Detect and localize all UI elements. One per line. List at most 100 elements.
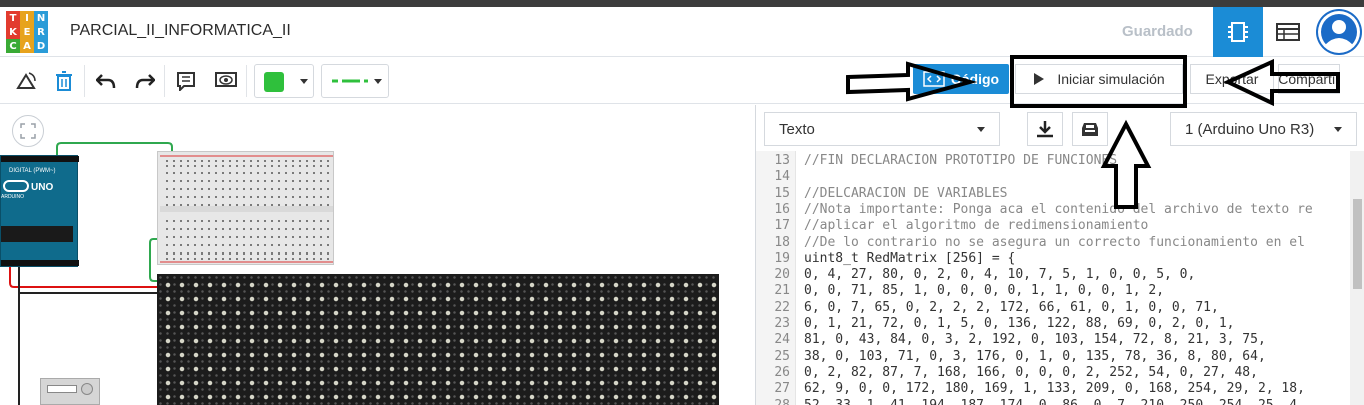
user-icon [1318, 11, 1360, 53]
tinkercad-logo[interactable]: T I N K E R C A D [6, 11, 48, 53]
share-button[interactable]: Compartir [1278, 64, 1340, 94]
line-number: 17 [774, 218, 790, 234]
color-swatch [264, 72, 284, 92]
download-icon [1037, 121, 1053, 138]
play-icon [1034, 73, 1045, 85]
code-line: 0, 0, 71, 85, 1, 0, 0, 0, 0, 1, 1, 0, 0,… [804, 283, 1165, 299]
eye-icon [215, 72, 237, 87]
breadboard-holes [160, 155, 333, 263]
user-avatar[interactable] [1316, 9, 1362, 55]
line-number: 25 [774, 348, 790, 364]
wire-icon [332, 79, 368, 83]
export-button[interactable]: Exportar [1190, 64, 1274, 94]
notes-button[interactable] [172, 67, 200, 95]
code-line: 81, 0, 43, 84, 0, 3, 2, 192, 0, 103, 154… [804, 332, 1266, 348]
start-simulation-button[interactable]: Iniciar simulación [1015, 64, 1183, 94]
chevron-down-icon [1334, 127, 1342, 132]
code-line: 0, 4, 27, 80, 0, 2, 0, 4, 10, 7, 5, 1, 0… [804, 267, 1196, 283]
toolbar-divider [84, 65, 85, 97]
logo-letter: K [6, 25, 20, 39]
code-editor[interactable]: 13 //FIN DECLARACION PROTOTIPO DE FUNCION… [756, 151, 1364, 405]
code-line: //aplicar el algoritmo de redimensionami… [804, 218, 1149, 234]
line-number: 27 [774, 381, 790, 397]
undo-button[interactable] [92, 67, 120, 95]
app-header: T I N K E R C A D PARCIAL_II_INFORMATICA… [0, 7, 1364, 57]
breadboard[interactable] [157, 151, 334, 265]
toolbar-divider [246, 65, 247, 97]
arduino-board[interactable]: DIGITAL (PWM~) UNO ARDUINO [0, 155, 79, 267]
chip-icon [1228, 22, 1248, 42]
delete-button[interactable] [50, 67, 78, 95]
note-icon [177, 72, 195, 91]
rotate-icon [16, 72, 36, 89]
toolbar-divider [164, 65, 165, 97]
code-editor-panel: Texto 1 (Arduino Uno R3) 13 //FIN DECLARA… [755, 105, 1364, 405]
table-icon [1276, 23, 1300, 41]
notes-visibility-button[interactable] [212, 67, 240, 95]
start-simulation-label: Iniciar simulación [1057, 71, 1165, 87]
logo-letter: T [6, 11, 20, 25]
line-number: 24 [774, 332, 790, 348]
header-pins [1, 156, 79, 162]
project-title[interactable]: PARCIAL_II_INFORMATICA_II [70, 22, 291, 40]
saved-status: Guardado [1122, 23, 1193, 40]
digital-label: DIGITAL (PWM~) [9, 168, 56, 174]
library-button[interactable] [1072, 112, 1108, 146]
undo-icon [96, 74, 116, 89]
rotate-button[interactable] [12, 67, 40, 95]
line-number: 23 [774, 316, 790, 331]
trash-icon [56, 71, 72, 91]
line-number: 28 [774, 397, 790, 405]
code-line: 0, 1, 21, 72, 0, 1, 5, 0, 136, 122, 88, … [804, 316, 1235, 331]
logo-letter: I [20, 11, 34, 25]
code-icon [923, 71, 945, 87]
line-number: 26 [774, 364, 790, 380]
code-line: 62, 9, 0, 0, 172, 180, 169, 1, 133, 209,… [804, 381, 1305, 397]
logo-letter: R [34, 25, 48, 39]
code-line: 38, 0, 103, 71, 0, 3, 176, 0, 1, 0, 135,… [804, 348, 1266, 364]
library-icon [1082, 123, 1098, 136]
device-value: 1 (Arduino Uno R3) [1185, 120, 1315, 138]
device-select[interactable]: 1 (Arduino Uno R3) [1170, 112, 1357, 146]
redo-button[interactable] [131, 67, 159, 95]
code-line: 6, 0, 7, 65, 0, 2, 2, 2, 172, 66, 61, 0,… [804, 299, 1219, 315]
chevron-down-icon [374, 79, 382, 84]
code-mode-value: Texto [779, 120, 815, 138]
neopixel-matrix[interactable] [157, 274, 719, 405]
code-mode-select[interactable]: Texto [764, 112, 1000, 146]
line-number: 21 [774, 283, 790, 299]
circuit-canvas[interactable]: DIGITAL (PWM~) UNO ARDUINO [0, 105, 755, 405]
chevron-down-icon [977, 127, 985, 132]
line-number: 19 [774, 250, 790, 266]
logo-letter: A [20, 39, 34, 53]
code-line: //Nota importante: Ponga aca el contenid… [804, 201, 1313, 217]
code-button[interactable]: Código [913, 64, 1009, 94]
line-number: 14 [774, 169, 790, 185]
line-number: 13 [774, 153, 790, 168]
window-top-bar [0, 0, 1364, 7]
code-line: 0, 2, 82, 87, 7, 168, 166, 0, 0, 0, 2, 2… [804, 364, 1258, 380]
chip [1, 226, 73, 242]
logo-letter: C [6, 39, 20, 53]
header-pins [1, 260, 79, 266]
line-number: 22 [774, 299, 790, 315]
line-number: 16 [774, 201, 790, 217]
share-label: Compartir [1278, 71, 1340, 87]
component-part [81, 383, 93, 395]
code-line: //FIN DECLARACION PROTOTIPO DE FUNCIONES [804, 153, 1118, 168]
line-number: 15 [774, 185, 790, 201]
editor-scrollbar[interactable] [1350, 151, 1364, 405]
logo-letter: E [20, 25, 34, 39]
code-line: uint8_t RedMatrix [256] = { [804, 250, 1016, 266]
component[interactable] [40, 378, 100, 405]
download-code-button[interactable] [1027, 112, 1063, 146]
scrollbar-thumb[interactable] [1353, 199, 1362, 289]
line-number: 18 [774, 234, 790, 250]
code-line: //DELCARACION DE VARIABLES [804, 185, 1008, 201]
component-list-button[interactable] [1263, 7, 1313, 57]
wire-type-picker[interactable] [321, 64, 389, 98]
code-line: 52, 33, 1, 41, 194, 187, 174, 0, 86, 0, … [804, 397, 1305, 405]
circuit-view-button[interactable] [1213, 7, 1263, 57]
logo-letter: D [34, 39, 48, 53]
color-picker[interactable] [254, 64, 314, 98]
